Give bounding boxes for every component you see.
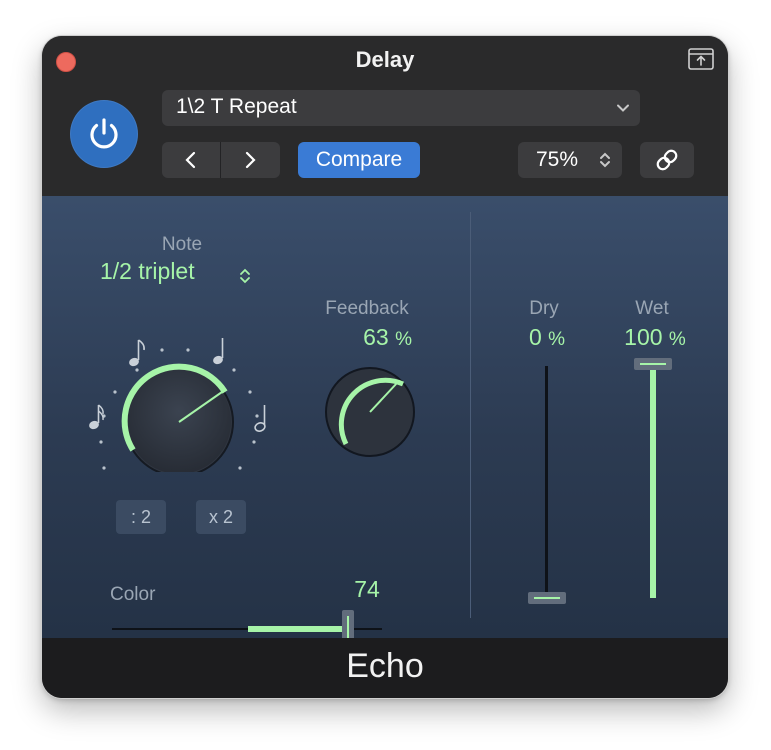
color-label: Color	[110, 584, 156, 605]
preset-dropdown[interactable]: 1\2 T Repeat	[162, 90, 640, 126]
plugin-window: Delay 1\2 T Repeat Compare 75% Note 1/2 …	[42, 36, 728, 698]
color-slider-fill	[248, 626, 348, 632]
feedback-value: 63	[363, 324, 389, 350]
note-label: Note	[161, 234, 203, 255]
power-button[interactable]	[70, 100, 138, 168]
dry-value-group: 0 %	[512, 324, 582, 351]
link-icon	[656, 149, 678, 171]
stepper-icon	[600, 152, 610, 168]
wet-unit: %	[668, 329, 686, 350]
color-value: 74	[354, 576, 380, 602]
zoom-value: 75%	[536, 148, 579, 171]
wet-slider-track[interactable]	[650, 364, 656, 598]
chevron-down-icon	[617, 104, 629, 112]
plugin-name: Echo	[42, 638, 728, 698]
chevron-right-icon	[245, 151, 256, 169]
note-knob[interactable]	[82, 292, 282, 472]
preset-nav	[162, 142, 280, 178]
section-divider	[470, 212, 471, 618]
next-preset-button[interactable]	[221, 142, 279, 178]
divide-by-two-button[interactable]: : 2	[116, 500, 166, 534]
wet-slider-handle[interactable]	[634, 358, 672, 370]
wet-label: Wet	[635, 298, 669, 319]
dry-slider-handle[interactable]	[528, 592, 566, 604]
compare-button[interactable]: Compare	[298, 142, 420, 178]
plugin-panel: Note 1/2 triplet: 2 x 2 Feedback 63 % D…	[42, 196, 728, 648]
multiply-by-two-button[interactable]: x 2	[196, 500, 246, 534]
dry-value: 0	[528, 324, 542, 350]
dry-label: Dry	[529, 298, 559, 319]
dry-slider-track[interactable]	[545, 366, 548, 600]
note-stepper-icon[interactable]	[238, 266, 252, 286]
chevron-left-icon	[185, 151, 196, 169]
feedback-value-group: 63 %	[322, 324, 412, 351]
power-icon	[90, 118, 118, 149]
feedback-knob[interactable]	[318, 360, 422, 464]
feedback-unit: %	[395, 329, 412, 350]
window-title: Delay	[355, 47, 415, 72]
wet-value-group: 100 %	[610, 324, 700, 351]
zoom-select[interactable]: 75%	[518, 142, 622, 178]
link-button[interactable]	[640, 142, 694, 178]
feedback-label: Feedback	[325, 298, 409, 319]
dry-unit: %	[548, 329, 566, 350]
wet-value: 100	[624, 324, 663, 350]
header: Delay 1\2 T Repeat Compare 75%	[42, 36, 728, 196]
note-value[interactable]: 1/2 triplet	[100, 258, 250, 285]
previous-preset-button[interactable]	[162, 142, 220, 178]
expand-icon[interactable]	[688, 48, 714, 70]
preset-label: 1\2 T Repeat	[176, 95, 297, 118]
